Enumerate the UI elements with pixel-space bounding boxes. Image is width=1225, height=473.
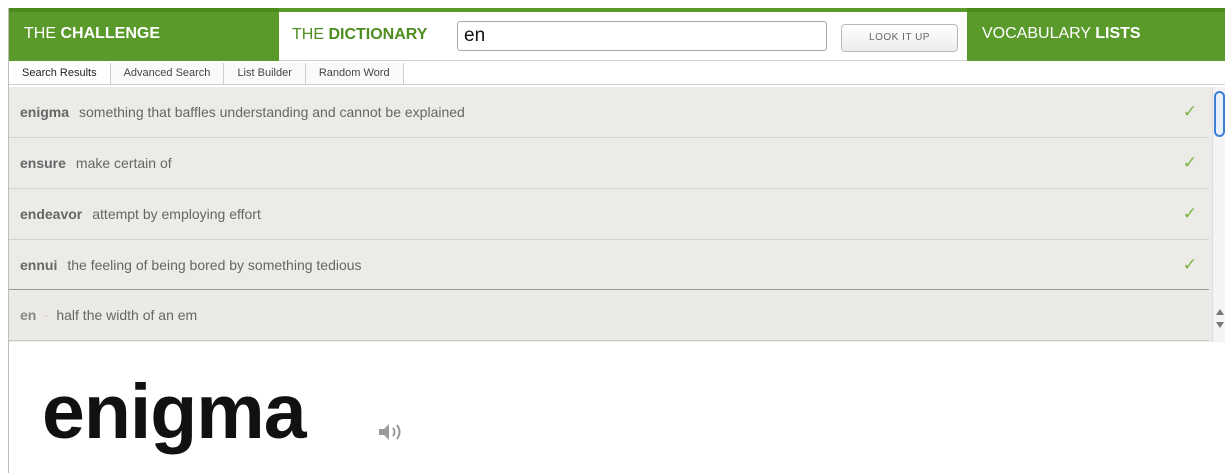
result-row[interactable]: endeavor attempt by employing effort ✓ (9, 189, 1209, 240)
nav-dictionary-prefix: THE (292, 26, 329, 43)
results-scrollbar[interactable] (1212, 87, 1225, 342)
result-definition: make certain of (75, 155, 172, 171)
result-word: en (20, 307, 37, 323)
scroll-down-arrow-icon[interactable] (1216, 322, 1224, 328)
result-row[interactable]: enigma something that baffles understand… (9, 87, 1209, 138)
result-row[interactable]: ensure make certain of ✓ (9, 138, 1209, 189)
look-it-up-button[interactable]: LOOK IT UP (841, 24, 958, 52)
nav-vocab-prefix: VOCABULARY (982, 25, 1096, 42)
scrollbar-thumb[interactable] (1214, 91, 1225, 137)
result-word: enigma (20, 104, 70, 120)
scroll-up-arrow-icon[interactable] (1216, 309, 1224, 315)
tab-list-builder[interactable]: List Builder (224, 63, 306, 84)
autocomplete-results: enigma something that baffles understand… (9, 87, 1225, 342)
nav-vocabulary-lists[interactable]: VOCABULARY LISTS (967, 8, 1225, 61)
speaker-icon[interactable] (377, 420, 411, 444)
tab-random-word[interactable]: Random Word (305, 63, 404, 84)
separator-dot: · (44, 308, 49, 322)
nav-challenge[interactable]: THE CHALLENGE (9, 8, 279, 61)
result-word: ensure (20, 155, 66, 171)
check-icon: ✓ (1182, 255, 1197, 274)
search-input[interactable] (457, 21, 827, 51)
result-definition: attempt by employing effort (92, 206, 261, 222)
result-definition: something that baffles understanding and… (79, 104, 465, 120)
result-definition: half the width of an em (56, 307, 198, 323)
nav-vocab-strong: LISTS (1095, 25, 1141, 42)
result-word: endeavor (20, 206, 83, 222)
check-icon: ✓ (1182, 204, 1197, 223)
nav-dictionary-strong: DICTIONARY (328, 26, 428, 43)
tab-search-results[interactable]: Search Results (9, 63, 111, 84)
check-icon: ✓ (1182, 153, 1197, 172)
nav-dictionary[interactable]: THE DICTIONARY (279, 12, 457, 44)
page-frame: THE CHALLENGE THE DICTIONARY LOOK IT UP … (8, 8, 1225, 473)
tab-advanced-search[interactable]: Advanced Search (110, 63, 225, 84)
check-icon: ✓ (1182, 102, 1197, 121)
result-word: ennui (20, 257, 58, 273)
result-definition: the feeling of being bored by something … (67, 257, 362, 273)
nav-challenge-strong: CHALLENGE (60, 25, 161, 42)
result-row[interactable]: en · half the width of an em (9, 289, 1209, 341)
top-navigation: THE CHALLENGE THE DICTIONARY LOOK IT UP … (9, 8, 1225, 61)
dictionary-search-bar: THE DICTIONARY LOOK IT UP (279, 8, 967, 61)
nav-challenge-prefix: THE (24, 25, 61, 42)
result-row[interactable]: ennui the feeling of being bored by some… (9, 240, 1209, 291)
search-tabs: Search Results Advanced Search List Buil… (9, 63, 1225, 85)
page-title: enigma (42, 369, 307, 455)
